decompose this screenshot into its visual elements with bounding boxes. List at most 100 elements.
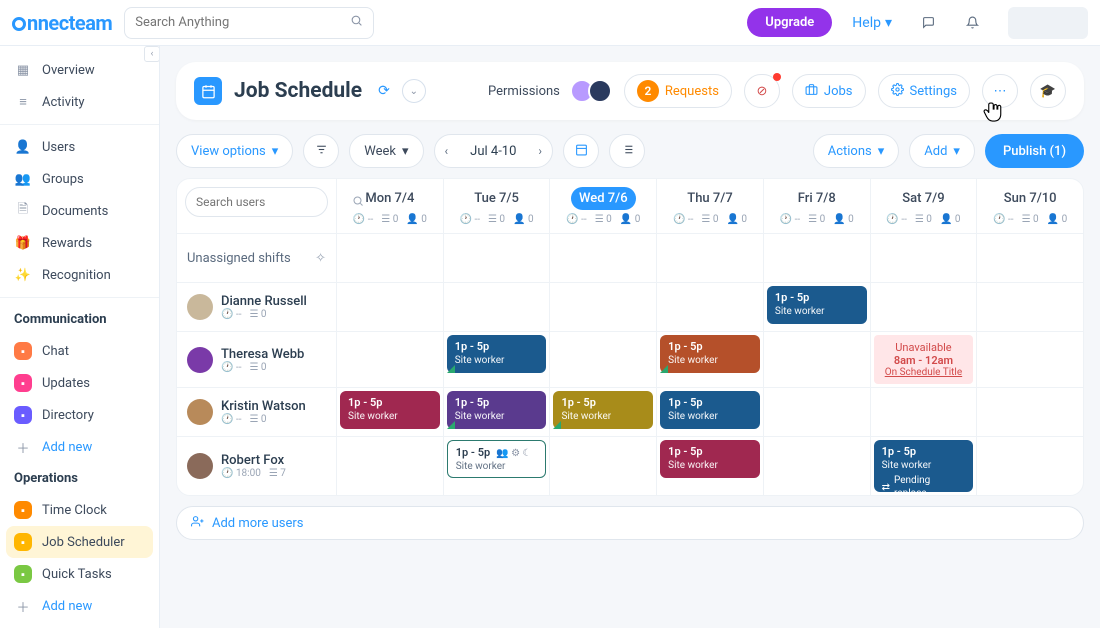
unassigned-row: Unassigned shifts ✧	[177, 234, 1083, 283]
unavailable-card[interactable]: Unavailable8am - 12amOn Schedule Title	[874, 335, 974, 384]
actions-button[interactable]: Actions ▾	[813, 134, 900, 168]
shift-card[interactable]: 1p - 5pSite worker	[660, 440, 760, 478]
user-menu[interactable]	[1008, 7, 1088, 39]
shift-card[interactable]: 1p - 5p👥 ⚙ ☾Site worker	[447, 440, 547, 478]
sidebar-item-users[interactable]: 👤Users	[0, 131, 159, 163]
user-icon: 👤	[14, 138, 32, 156]
briefcase-icon	[805, 83, 818, 100]
sidebar-item-updates[interactable]: ▪Updates	[0, 367, 159, 399]
user-cell[interactable]: Dianne Russell 🕐 --☰ 0	[177, 283, 337, 331]
expand-button[interactable]: ⌄	[402, 79, 426, 103]
list-icon: ≡	[14, 93, 32, 111]
main-content: Job Schedule ⟳ ⌄ Permissions 2 Requests …	[160, 46, 1100, 628]
user-cell[interactable]: Theresa Webb 🕐 --☰ 0	[177, 332, 337, 387]
upgrade-button[interactable]: Upgrade	[747, 8, 832, 37]
user-cell[interactable]: Kristin Watson 🕐 --☰ 0	[177, 388, 337, 436]
gift-icon: 🎁	[14, 234, 32, 252]
sidebar-add-ops[interactable]: ＋Add new	[0, 590, 159, 622]
bell-icon[interactable]	[962, 13, 982, 33]
avatar	[187, 453, 213, 479]
dots-icon: ⋯	[994, 84, 1007, 99]
sidebar-item-directory[interactable]: ▪Directory	[0, 399, 159, 431]
user-search[interactable]	[185, 187, 328, 217]
chevron-down-icon: ▾	[402, 144, 409, 159]
day-header[interactable]: Tue 7/5🕐 --☰ 0👤 0	[444, 179, 551, 233]
avatar	[187, 347, 213, 373]
permission-avatars[interactable]	[576, 79, 612, 103]
date-navigator: ‹ Jul 4-10 ›	[434, 134, 553, 168]
sidebar-item-rewards[interactable]: 🎁Rewards	[0, 227, 159, 259]
alerts-button[interactable]: ⊘	[744, 74, 780, 108]
star-icon: ✨	[14, 266, 32, 284]
filter-button[interactable]	[303, 134, 339, 168]
requests-button[interactable]: 2 Requests	[624, 74, 732, 108]
chevron-down-icon: ▾	[885, 15, 892, 31]
shift-card[interactable]: 1p - 5pSite worker	[340, 391, 440, 429]
page-header: Job Schedule ⟳ ⌄ Permissions 2 Requests …	[176, 62, 1084, 120]
sidebar-item-chat[interactable]: ▪Chat	[0, 335, 159, 367]
more-button[interactable]: ⋯	[982, 74, 1018, 108]
user-cell[interactable]: Robert Fox 🕐 18:00☰ 7	[177, 437, 337, 495]
sidebar-item-job-scheduler[interactable]: ▪Job Scheduler	[6, 526, 153, 558]
user-search-input[interactable]	[196, 195, 352, 209]
app-icon: ▪	[14, 533, 32, 551]
user-row: Robert Fox 🕐 18:00☰ 7 1p - 5p👥 ⚙ ☾Site w…	[177, 437, 1083, 495]
shift-card[interactable]: 1p - 5pSite worker	[447, 335, 547, 373]
shift-card[interactable]: 1p - 5pSite worker	[553, 391, 653, 429]
day-header[interactable]: Sat 7/9🕐 --☰ 0👤 0	[871, 179, 978, 233]
user-name: Theresa Webb	[221, 347, 304, 362]
chat-icon[interactable]	[918, 13, 938, 33]
refresh-icon[interactable]: ⟳	[378, 83, 390, 99]
settings-button[interactable]: Settings	[878, 74, 970, 108]
sidebar-item-overview[interactable]: ▦Overview	[0, 54, 159, 86]
shift-card[interactable]: 1p - 5pSite worker	[660, 391, 760, 429]
list-view-button[interactable]	[609, 134, 645, 168]
day-header[interactable]: Fri 7/8🕐 --☰ 0👤 0	[764, 179, 871, 233]
user-name: Dianne Russell	[221, 294, 307, 309]
prev-button[interactable]: ‹	[435, 135, 459, 167]
next-button[interactable]: ›	[528, 135, 552, 167]
schedule-header-row: Mon 7/4🕐 --☰ 0👤 0Tue 7/5🕐 --☰ 0👤 0Wed 7/…	[177, 179, 1083, 234]
global-search[interactable]	[124, 7, 374, 39]
add-button[interactable]: Add ▾	[909, 134, 975, 168]
search-icon	[350, 14, 363, 31]
sidebar-item-documents[interactable]: 🗎Documents	[0, 195, 159, 227]
calendar-button[interactable]	[563, 134, 599, 168]
shift-card[interactable]: 1p - 5pSite worker	[767, 286, 867, 324]
sidebar-item-time-clock[interactable]: ▪Time Clock	[0, 494, 159, 526]
publish-button[interactable]: Publish (1)	[985, 134, 1084, 168]
sidebar-item-groups[interactable]: 👥Groups	[0, 163, 159, 195]
sidebar-item-activity[interactable]: ≡Activity	[0, 86, 159, 118]
magic-icon[interactable]: ✧	[315, 251, 326, 266]
sidebar-add-comm[interactable]: ＋Add new	[0, 431, 159, 463]
day-header[interactable]: Sun 7/10🕐 --☰ 0👤 0	[977, 179, 1083, 233]
user-row: Theresa Webb 🕐 --☰ 0 1p - 5pSite worker …	[177, 332, 1083, 388]
notification-dot	[773, 73, 781, 81]
view-options-button[interactable]: View options ▾	[176, 134, 293, 168]
sidebar-item-quick-tasks[interactable]: ▪Quick Tasks	[0, 558, 159, 590]
date-range: Jul 4-10	[458, 144, 528, 159]
global-search-input[interactable]	[135, 15, 350, 30]
shift-card[interactable]: 1p - 5pSite worker⇄Pending replace	[874, 440, 974, 492]
requests-badge: 2	[637, 80, 659, 102]
academy-button[interactable]: 🎓	[1030, 74, 1066, 108]
period-select[interactable]: Week ▾	[349, 134, 423, 168]
sidebar-collapse[interactable]: ‹	[144, 46, 160, 62]
plus-icon: ＋	[14, 597, 32, 615]
list-icon	[621, 143, 634, 160]
shift-card[interactable]: 1p - 5pSite worker	[660, 335, 760, 373]
avatar	[187, 294, 213, 320]
day-header[interactable]: Wed 7/6🕐 --☰ 0👤 0	[550, 179, 657, 233]
shift-card[interactable]: 1p - 5pSite worker	[447, 391, 547, 429]
day-header[interactable]: Thu 7/7🕐 --☰ 0👤 0	[657, 179, 764, 233]
jobs-button[interactable]: Jobs	[792, 74, 866, 108]
day-header[interactable]: Mon 7/4🕐 --☰ 0👤 0	[337, 179, 444, 233]
user-name: Robert Fox	[221, 453, 286, 468]
plus-icon: ＋	[14, 438, 32, 456]
app-icon: ▪	[14, 374, 32, 392]
app-icon: ▪	[14, 406, 32, 424]
add-more-users-button[interactable]: Add more users	[176, 506, 1084, 540]
sidebar-item-recognition[interactable]: ✨Recognition	[0, 259, 159, 291]
add-user-icon	[191, 515, 204, 532]
help-link[interactable]: Help▾	[844, 15, 900, 31]
